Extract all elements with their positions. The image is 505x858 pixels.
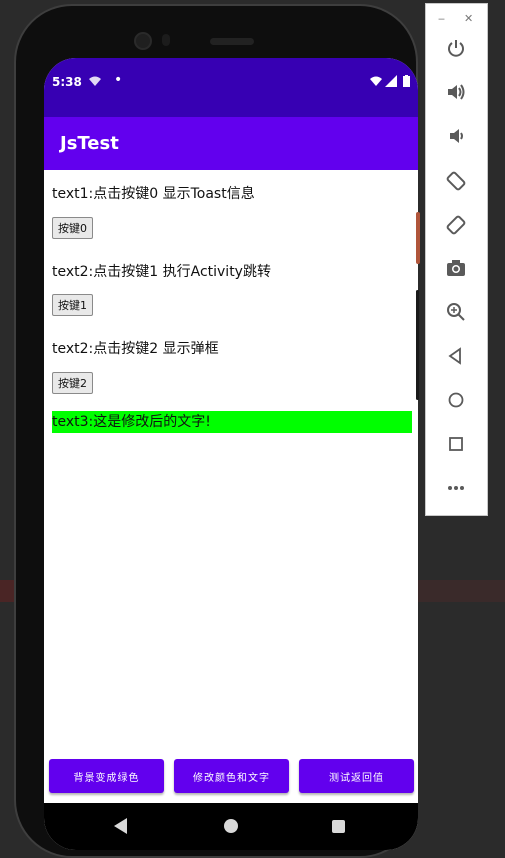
nav-recents-icon[interactable] (332, 820, 345, 833)
change-color-text-button[interactable]: 修改颜色和文字 (174, 759, 289, 793)
status-time: 5:38 (52, 75, 82, 89)
zoom-icon[interactable] (444, 302, 468, 326)
volume-side-button[interactable] (416, 290, 419, 400)
text1-label: text1:点击按键0 显示Toast信息 (52, 186, 255, 202)
power-side-button[interactable] (416, 212, 420, 264)
button2[interactable]: 按键2 (52, 372, 93, 394)
button0[interactable]: 按键0 (52, 217, 93, 239)
button1[interactable]: 按键1 (52, 294, 93, 316)
camera-lens (134, 32, 152, 50)
text2-label-b: text2:点击按键2 显示弹框 (52, 341, 219, 357)
minimize-icon[interactable]: ‒ (438, 12, 445, 25)
text3-highlighted-label: text3:这是修改后的文字! (52, 411, 412, 433)
test-return-value-button[interactable]: 测试返回值 (299, 759, 414, 793)
overview-icon[interactable] (444, 434, 468, 458)
volume-down-icon[interactable] (444, 126, 468, 150)
power-icon[interactable] (444, 38, 468, 62)
cell-signal-icon (385, 75, 397, 90)
status-bar: 5:38 • (44, 58, 418, 117)
camera-icon[interactable] (444, 258, 468, 282)
text2-label-a: text2:点击按键1 执行Activity跳转 (52, 264, 271, 280)
background-green-button[interactable]: 背景变成绿色 (49, 759, 164, 793)
ide-marker-left (0, 580, 14, 602)
home-icon[interactable] (444, 390, 468, 414)
battery-icon (403, 75, 410, 90)
device-screen: 5:38 • JsTest text1:点击按键0 显示Toast信息 按键0 … (44, 58, 418, 850)
app-bar: JsTest (44, 117, 418, 170)
earpiece-speaker (210, 38, 254, 45)
rotate-left-icon[interactable] (444, 170, 468, 194)
rotate-right-icon[interactable] (444, 214, 468, 238)
wifi-icon (369, 75, 383, 90)
back-icon[interactable] (444, 346, 468, 370)
nav-home-icon[interactable] (224, 819, 238, 833)
phone-frame: 5:38 • JsTest text1:点击按键0 显示Toast信息 按键0 … (14, 4, 418, 858)
app-title: JsTest (60, 133, 119, 154)
more-icon[interactable] (444, 478, 468, 502)
emulator-toolbar: ‒ ✕ (425, 3, 488, 516)
notification-dot-icon: • (114, 72, 123, 88)
nav-back-icon[interactable] (114, 818, 127, 834)
nav-bar (44, 803, 418, 850)
volume-up-icon[interactable] (444, 82, 468, 106)
camera-sensor (162, 34, 170, 46)
wifi-settings-icon (88, 75, 102, 90)
close-icon[interactable]: ✕ (464, 12, 473, 25)
